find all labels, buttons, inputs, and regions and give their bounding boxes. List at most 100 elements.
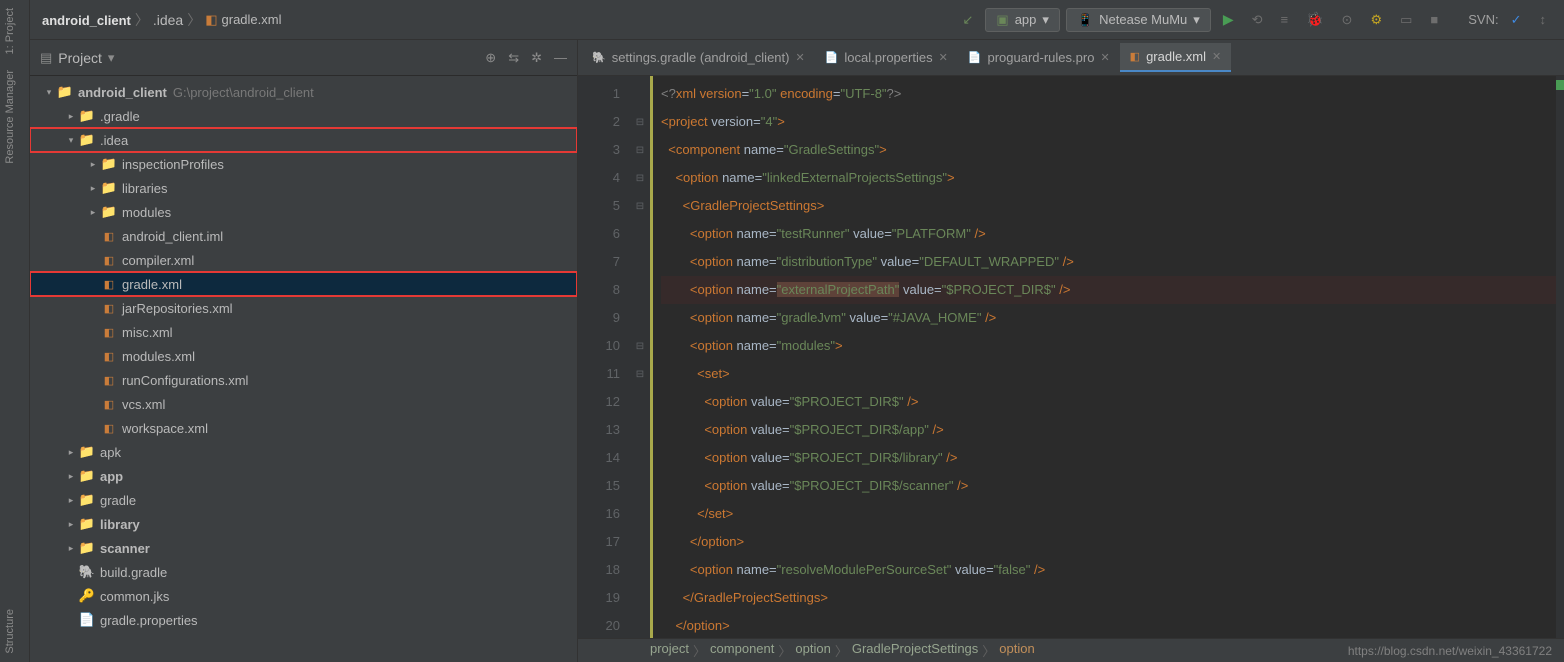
- sync-gradle-button[interactable]: ↙: [957, 8, 980, 32]
- tree-item-idea-dir[interactable]: ▾ 📁 .idea: [30, 128, 577, 152]
- code-line[interactable]: <option name="modules">: [661, 332, 1556, 360]
- project-panel-title[interactable]: Project: [58, 50, 102, 66]
- expand-arrow-icon[interactable]: ▾: [64, 135, 78, 146]
- line-number[interactable]: 14: [578, 444, 620, 472]
- fold-marker[interactable]: [630, 444, 650, 472]
- tree-item[interactable]: ▸📁modules: [30, 200, 577, 224]
- line-number[interactable]: 7: [578, 248, 620, 276]
- fold-marker[interactable]: [630, 584, 650, 612]
- line-number[interactable]: 8: [578, 276, 620, 304]
- line-number[interactable]: 12: [578, 388, 620, 416]
- code-line[interactable]: <option name="linkedExternalProjectsSett…: [661, 164, 1556, 192]
- tree-item[interactable]: ◧android_client.iml: [30, 224, 577, 248]
- code-line[interactable]: <?xml version="1.0" encoding="UTF-8"?>: [661, 80, 1556, 108]
- expand-arrow-icon[interactable]: ▸: [64, 471, 78, 482]
- line-number[interactable]: 5: [578, 192, 620, 220]
- fold-marker[interactable]: [630, 416, 650, 444]
- chevron-down-icon[interactable]: ▾: [108, 50, 115, 66]
- code-content[interactable]: <?xml version="1.0" encoding="UTF-8"?><p…: [650, 76, 1556, 638]
- fold-marker[interactable]: ⊟: [630, 192, 650, 220]
- close-tab-icon[interactable]: ✕: [795, 51, 804, 64]
- fold-marker[interactable]: [630, 556, 650, 584]
- fold-marker[interactable]: [630, 80, 650, 108]
- svn-commit-button[interactable]: ↕: [1534, 8, 1553, 31]
- locate-file-button[interactable]: ⊕: [485, 50, 496, 66]
- breadcrumb-segment[interactable]: GradleProjectSettings: [852, 641, 978, 660]
- tree-item[interactable]: ◧runConfigurations.xml: [30, 368, 577, 392]
- editor-tab[interactable]: 📄proguard-rules.pro✕: [958, 44, 1120, 71]
- attach-debugger-button[interactable]: ≡: [1275, 8, 1295, 31]
- fold-marker[interactable]: [630, 612, 650, 638]
- code-editor[interactable]: 1234567891011121314151617181920 ⊟⊟⊟⊟⊟⊟ <…: [578, 76, 1564, 638]
- fold-marker[interactable]: ⊟: [630, 332, 650, 360]
- error-stripe[interactable]: [1556, 76, 1564, 638]
- fold-marker[interactable]: [630, 472, 650, 500]
- tree-item[interactable]: 🐘build.gradle: [30, 560, 577, 584]
- project-tree[interactable]: ▾ 📁 android_client G:\project\android_cl…: [30, 76, 577, 662]
- line-number[interactable]: 10: [578, 332, 620, 360]
- code-line[interactable]: <project version="4">: [661, 108, 1556, 136]
- line-number[interactable]: 18: [578, 556, 620, 584]
- fold-marker[interactable]: [630, 304, 650, 332]
- line-number[interactable]: 9: [578, 304, 620, 332]
- crumb-folder[interactable]: .idea: [153, 12, 183, 28]
- rail-structure[interactable]: Structure: [0, 601, 29, 662]
- expand-arrow-icon[interactable]: ▸: [86, 159, 100, 170]
- expand-arrow-icon[interactable]: ▸: [64, 543, 78, 554]
- tree-item[interactable]: ▸📁gradle: [30, 488, 577, 512]
- fold-marker[interactable]: [630, 528, 650, 556]
- fold-marker[interactable]: [630, 276, 650, 304]
- code-line[interactable]: <option name="resolveModulePerSourceSet"…: [661, 556, 1556, 584]
- line-number[interactable]: 20: [578, 612, 620, 638]
- editor-tab[interactable]: ◧gradle.xml✕: [1120, 43, 1232, 72]
- code-line[interactable]: <option name="gradleJvm" value="#JAVA_HO…: [661, 304, 1556, 332]
- expand-arrow-icon[interactable]: ▸: [64, 111, 78, 122]
- expand-arrow-icon[interactable]: ▾: [42, 87, 56, 98]
- line-number[interactable]: 1: [578, 80, 620, 108]
- tree-item[interactable]: 🔑common.jks: [30, 584, 577, 608]
- fold-marker[interactable]: [630, 388, 650, 416]
- tree-item[interactable]: ▸📁apk: [30, 440, 577, 464]
- tree-item[interactable]: ◧misc.xml: [30, 320, 577, 344]
- rail-project[interactable]: 1: Project: [0, 0, 29, 62]
- editor-tab[interactable]: 📄local.properties✕: [815, 44, 958, 71]
- editor-tab[interactable]: 🐘settings.gradle (android_client)✕: [582, 44, 815, 71]
- tree-item[interactable]: ◧modules.xml: [30, 344, 577, 368]
- code-line[interactable]: <option value="$PROJECT_DIR$" />: [661, 388, 1556, 416]
- code-line[interactable]: <option value="$PROJECT_DIR$/library" />: [661, 444, 1556, 472]
- close-tab-icon[interactable]: ✕: [1100, 51, 1109, 64]
- profiler-button[interactable]: ⊙: [1336, 8, 1359, 32]
- breadcrumb-segment[interactable]: option: [795, 641, 830, 660]
- line-number[interactable]: 6: [578, 220, 620, 248]
- expand-arrow-icon[interactable]: ▸: [64, 447, 78, 458]
- line-number[interactable]: 16: [578, 500, 620, 528]
- tree-item-gradle-dir[interactable]: ▸ 📁 .gradle: [30, 104, 577, 128]
- line-number[interactable]: 4: [578, 164, 620, 192]
- hide-panel-button[interactable]: —: [554, 50, 567, 65]
- line-number[interactable]: 13: [578, 416, 620, 444]
- fold-strip[interactable]: ⊟⊟⊟⊟⊟⊟: [630, 76, 650, 638]
- debug-button[interactable]: 🐞: [1300, 7, 1329, 32]
- svn-update-button[interactable]: ✓: [1505, 8, 1528, 32]
- tree-root[interactable]: ▾ 📁 android_client G:\project\android_cl…: [30, 80, 577, 104]
- expand-arrow-icon[interactable]: ▸: [64, 495, 78, 506]
- tree-item[interactable]: ◧compiler.xml: [30, 248, 577, 272]
- avd-manager-button[interactable]: ▭: [1394, 8, 1418, 32]
- code-line[interactable]: </GradleProjectSettings>: [661, 584, 1556, 612]
- rail-resource-manager[interactable]: Resource Manager: [0, 62, 29, 172]
- run-config-dropdown[interactable]: ▣ app ▾: [985, 8, 1060, 32]
- line-number[interactable]: 19: [578, 584, 620, 612]
- line-number[interactable]: 17: [578, 528, 620, 556]
- close-tab-icon[interactable]: ✕: [1212, 50, 1221, 63]
- expand-arrow-icon[interactable]: ▸: [86, 183, 100, 194]
- device-dropdown[interactable]: 📱 Netease MuMu ▾: [1066, 8, 1211, 32]
- tree-item[interactable]: ◧vcs.xml: [30, 392, 577, 416]
- breadcrumb-segment[interactable]: option: [999, 641, 1034, 660]
- code-line[interactable]: <option value="$PROJECT_DIR$/scanner" />: [661, 472, 1556, 500]
- fold-marker[interactable]: ⊟: [630, 360, 650, 388]
- code-line[interactable]: <option name="testRunner" value="PLATFOR…: [661, 220, 1556, 248]
- expand-all-button[interactable]: ⇆: [508, 50, 519, 66]
- line-number[interactable]: 11: [578, 360, 620, 388]
- tree-item[interactable]: ◧workspace.xml: [30, 416, 577, 440]
- fold-marker[interactable]: [630, 220, 650, 248]
